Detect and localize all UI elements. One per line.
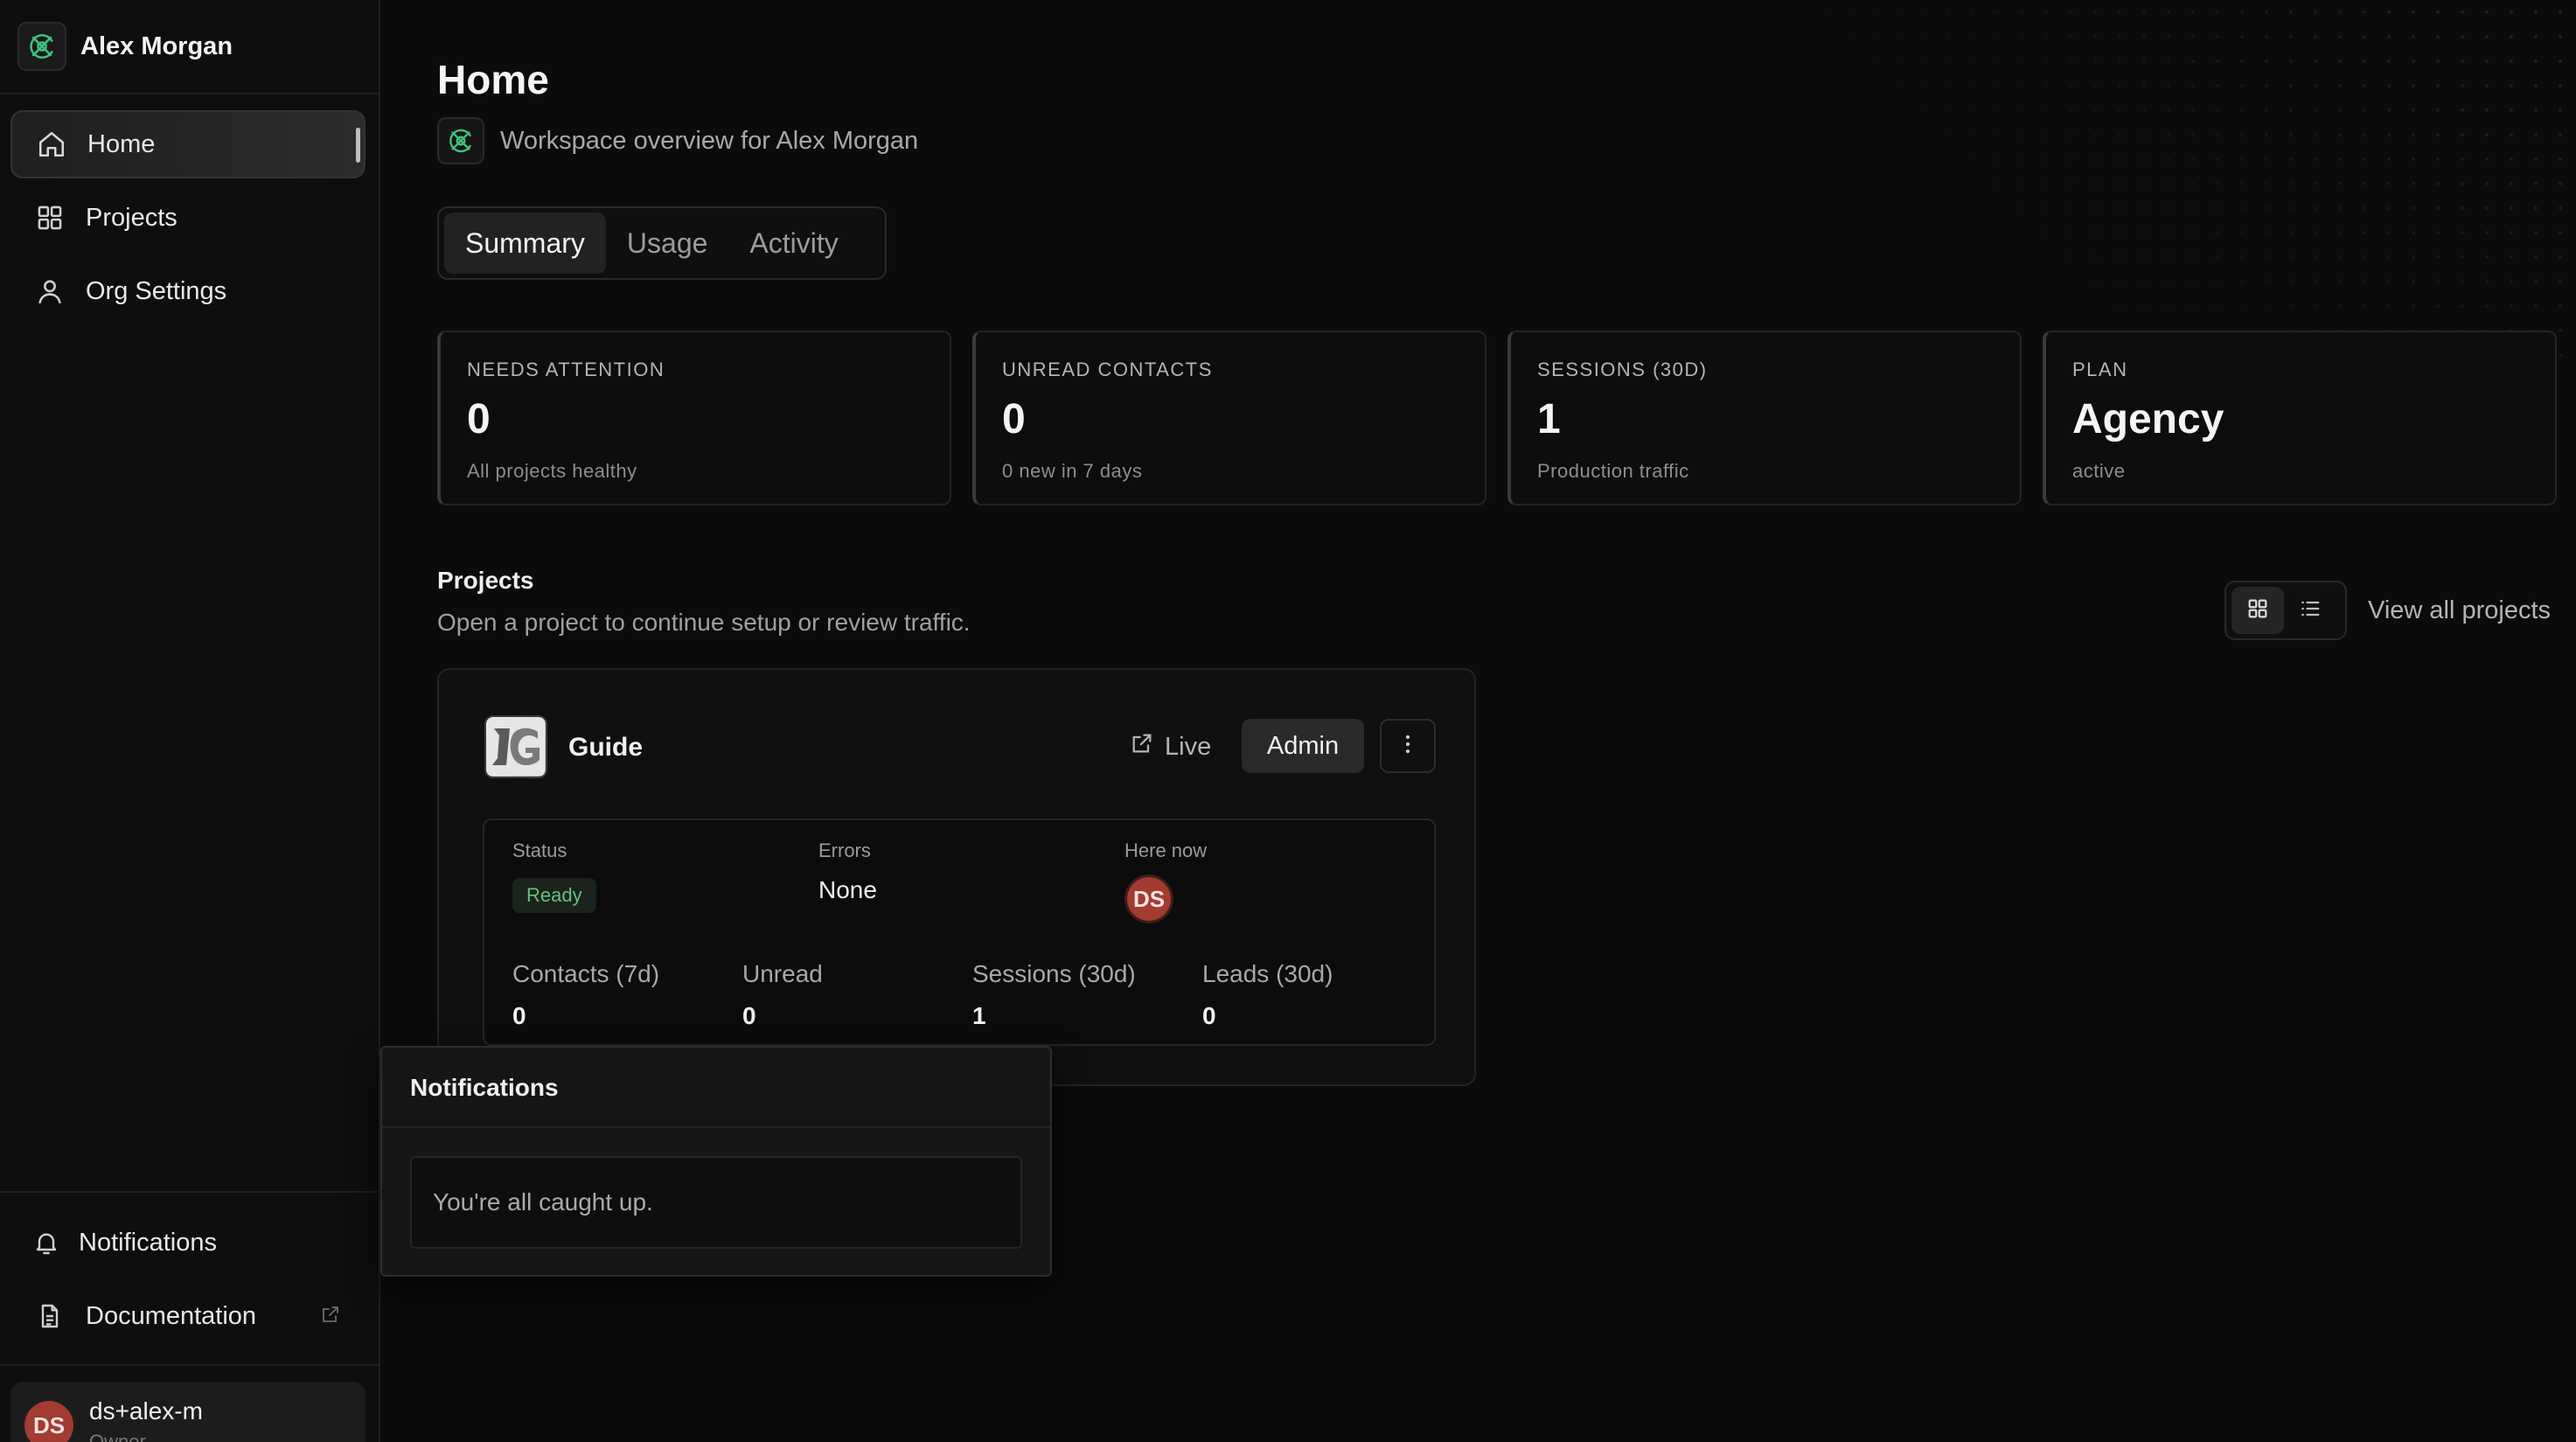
external-link-icon [320,1304,341,1329]
tab-usage[interactable]: Usage [606,212,729,274]
popover-divider [382,1126,1050,1128]
grid-icon [33,201,66,234]
metric-value: 0 [1202,1002,1216,1029]
list-view-button[interactable] [2284,587,2336,634]
sidebar-item-label: Projects [86,203,178,232]
stat-value: 1 [1537,396,1561,442]
project-card[interactable]: Guide Live Admin Status Ready Errors Non… [437,668,1476,1086]
grid-icon [2245,596,2270,625]
notifications-empty-state: You're all caught up. [410,1156,1022,1249]
home-icon [35,128,68,161]
project-name: Guide [568,733,644,762]
sidebar-item-label: Home [87,129,156,158]
sidebar-item-home[interactable]: Home [10,110,366,178]
stat-label: SESSIONS (30D) [1537,359,1708,380]
project-stats-panel: Status Ready Errors None Here now DS Con… [483,819,1436,1046]
page-subtitle-row: Workspace overview for Alex Morgan [437,117,918,164]
here-now-label: Here now [1124,839,1208,861]
list-icon [2298,596,2322,625]
projects-section-subtitle: Open a project to continue setup or revi… [437,609,971,636]
tab-activity[interactable]: Activity [728,212,859,274]
errors-value: None [818,876,877,903]
workspace-logo-icon [437,117,484,164]
sidebar: Alex Morgan Home Projects Org Settings N… [0,0,380,1442]
org-logo-icon [17,22,66,71]
notifications-popover: Notifications You're all caught up. [380,1046,1052,1277]
metric-label: Contacts (7d) [512,960,660,987]
sidebar-item-org-settings[interactable]: Org Settings [10,257,366,325]
status-badge: Ready [512,878,596,913]
document-icon [33,1299,66,1333]
org-name: Alex Morgan [80,31,233,60]
stat-card-needs-attention: NEEDS ATTENTION 0 All projects healthy [437,331,951,505]
sidebar-item-label: Org Settings [86,276,227,305]
page-subtitle: Workspace overview for Alex Morgan [500,126,919,155]
stat-sub: active [2072,460,2126,482]
user-menu[interactable]: DS ds+alex-m Owner [10,1382,366,1442]
user-icon [33,275,66,308]
projects-section-title: Projects [437,567,534,594]
view-all-projects-link[interactable]: View all projects [2368,596,2551,625]
metric-value: 0 [512,1002,526,1029]
live-label: Live [1165,732,1212,761]
bell-icon [30,1226,63,1259]
stat-sub: All projects healthy [467,460,637,482]
project-logo-icon [484,715,547,778]
stat-card-plan: PLAN Agency active [2043,331,2557,505]
errors-label: Errors [818,839,871,861]
stat-card-unread-contacts: UNREAD CONTACTS 0 0 new in 7 days [972,331,1486,505]
tab-summary[interactable]: Summary [444,212,606,274]
status-label: Status [512,839,567,861]
user-name: ds+alex-m [89,1397,203,1425]
metric-value: 1 [972,1002,986,1029]
metric-label: Sessions (30d) [972,960,1136,987]
external-link-icon [1130,731,1154,763]
dot-pattern-background [1789,0,2576,367]
stat-value: 0 [467,396,491,442]
live-link[interactable]: Live [1130,731,1211,763]
more-vertical-icon [1396,732,1420,761]
stat-sub: Production traffic [1537,460,1689,482]
page-title: Home [437,57,549,102]
stat-label: UNREAD CONTACTS [1002,359,1213,380]
sidebar-divider [0,1191,379,1193]
metric-label: Unread [742,960,823,987]
org-switcher[interactable]: Alex Morgan [0,0,379,94]
view-toggle [2224,581,2347,640]
metric-label: Leads (30d) [1202,960,1333,987]
grid-view-button[interactable] [2231,587,2284,634]
sidebar-item-label: Notifications [79,1228,217,1257]
stat-label: PLAN [2072,359,2128,380]
user-role: Owner [89,1431,146,1442]
sidebar-item-documentation[interactable]: Documentation [10,1282,366,1350]
sidebar-item-label: Documentation [86,1301,257,1330]
stat-card-sessions: SESSIONS (30D) 1 Production traffic [1507,331,2022,505]
avatar[interactable]: DS [1124,874,1173,923]
stat-value: 0 [1002,396,1026,442]
notifications-title: Notifications [410,1074,559,1101]
tab-bar: Summary Usage Activity [437,206,887,280]
sidebar-divider [0,1364,379,1366]
avatar: DS [24,1401,73,1442]
more-options-button[interactable] [1380,719,1436,773]
admin-button[interactable]: Admin [1242,719,1364,773]
sidebar-item-projects[interactable]: Projects [10,184,366,252]
stat-label: NEEDS ATTENTION [467,359,665,380]
sidebar-item-notifications[interactable]: Notifications [10,1209,366,1277]
stat-sub: 0 new in 7 days [1002,460,1143,482]
stat-value: Agency [2072,396,2224,442]
metric-value: 0 [742,1002,756,1029]
